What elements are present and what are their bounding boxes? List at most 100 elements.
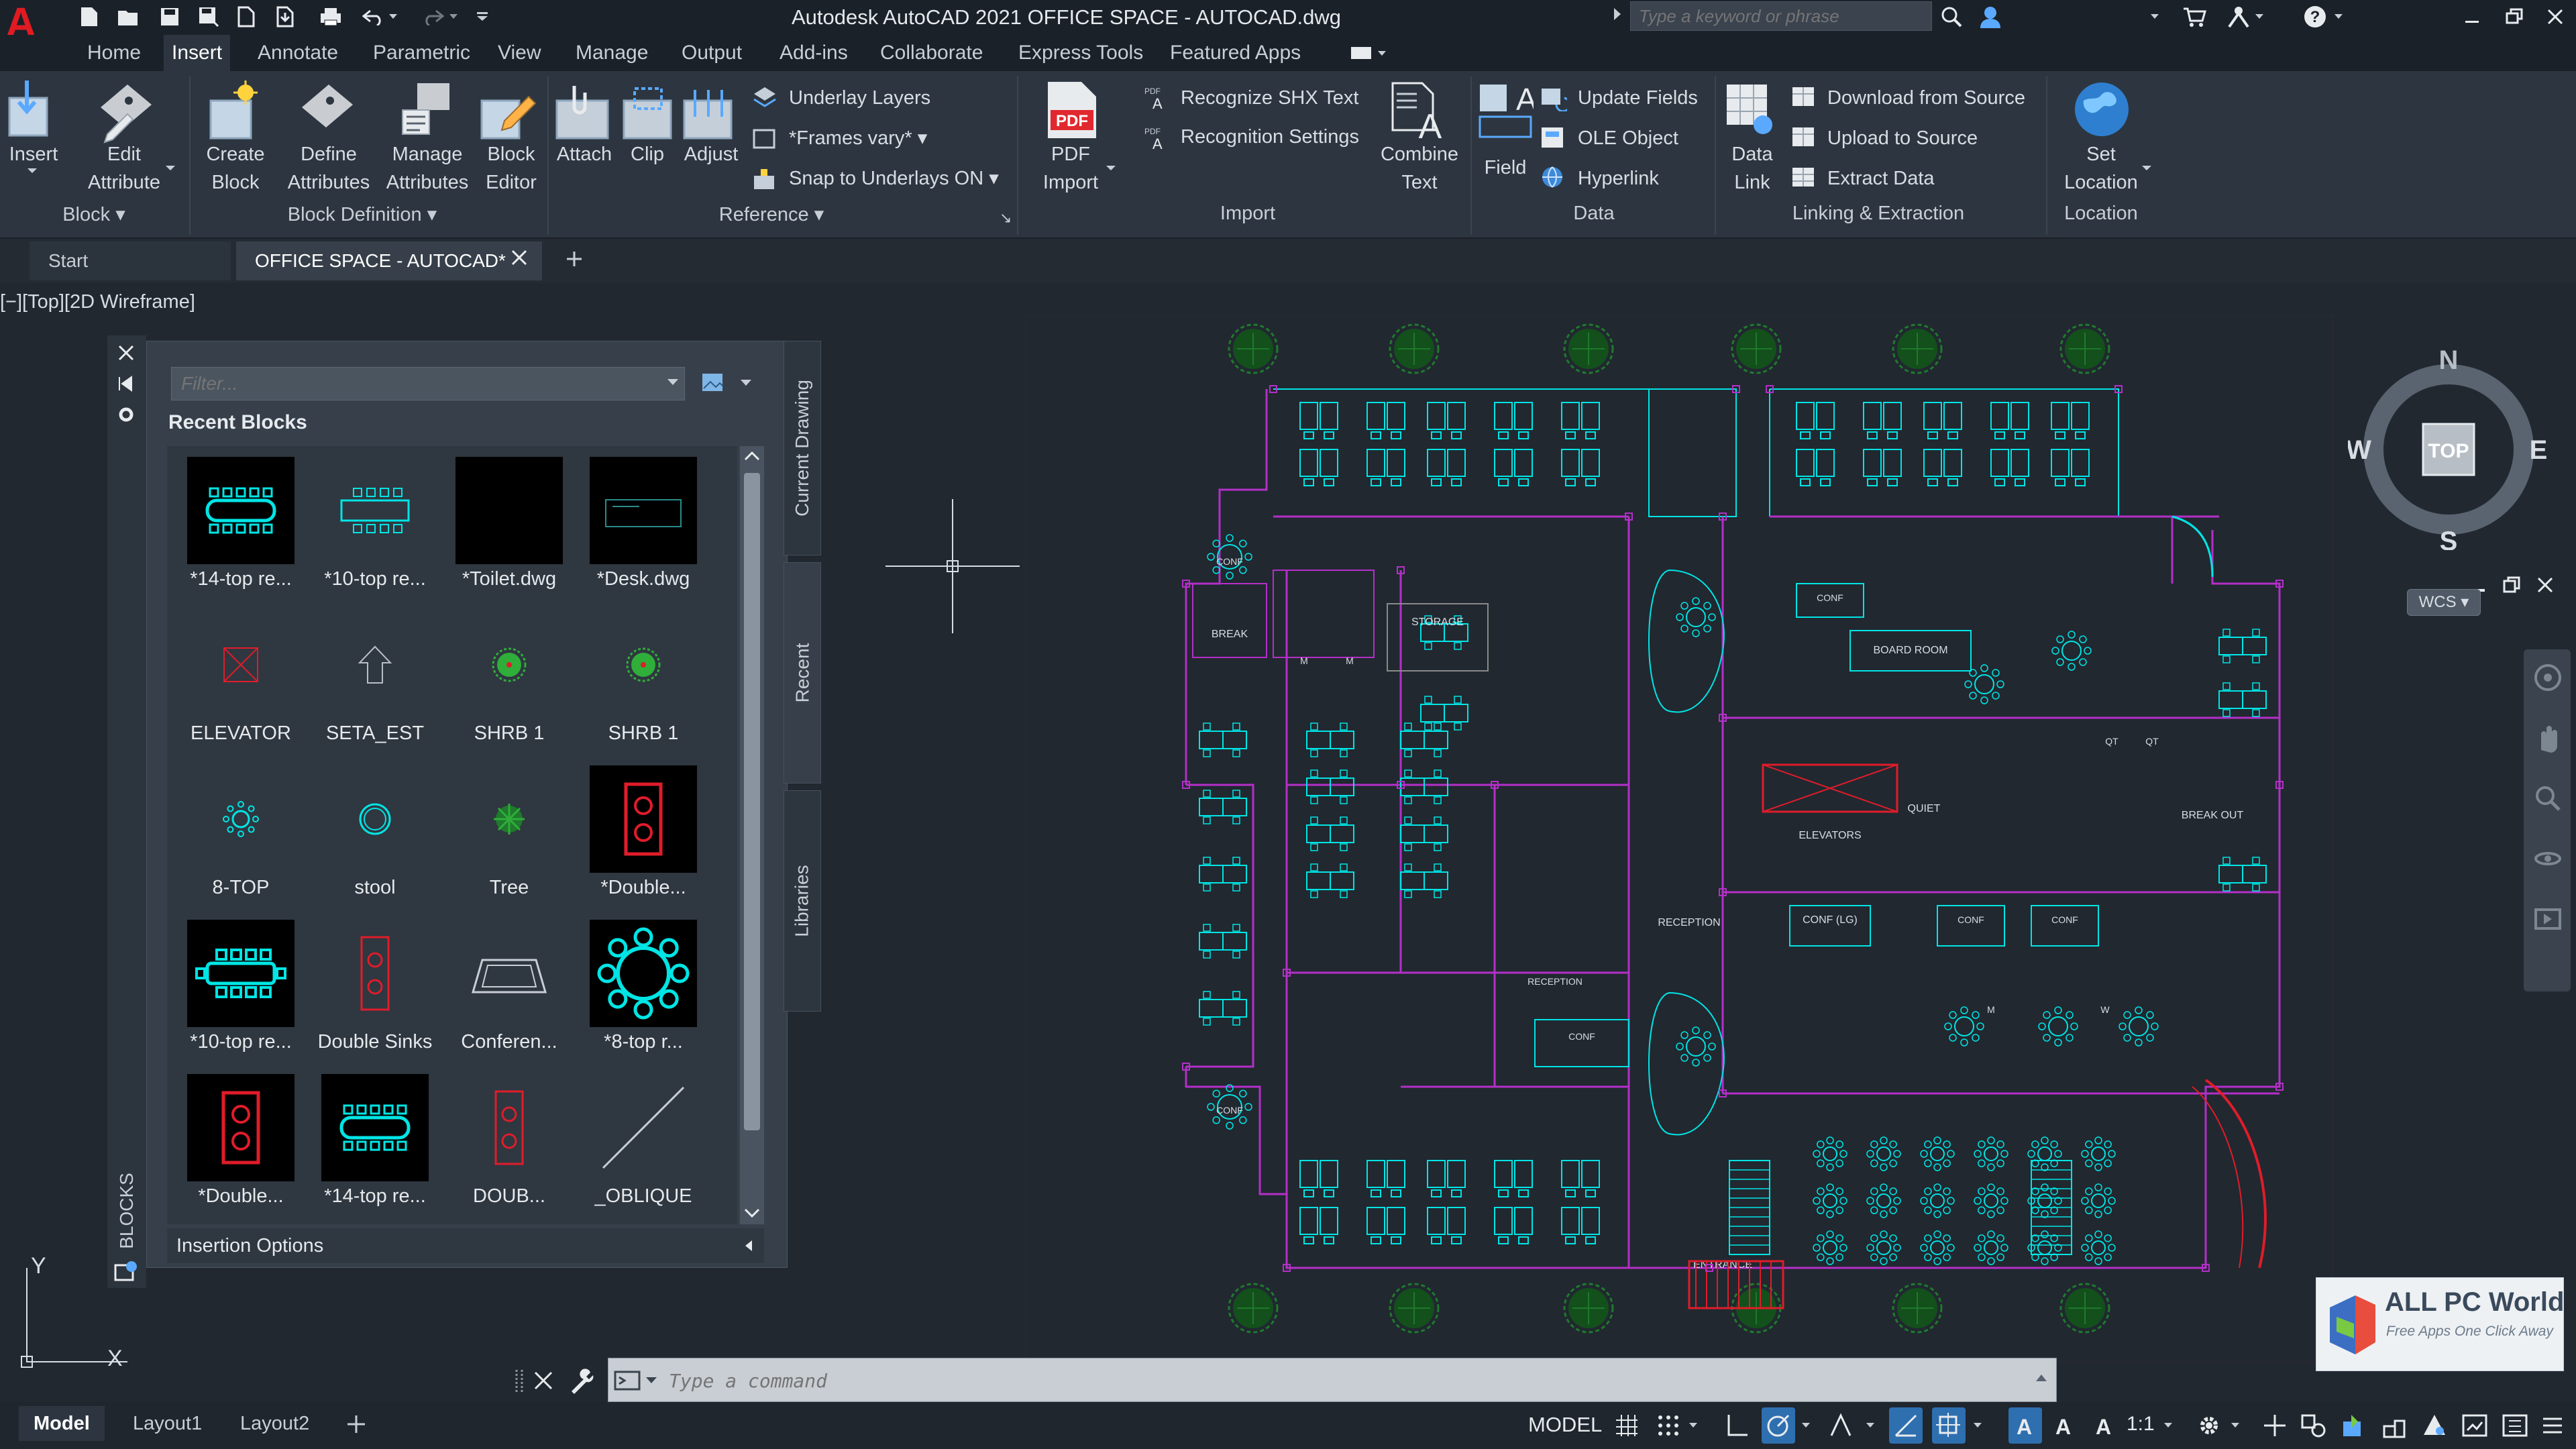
- command-history-icon[interactable]: [2035, 1373, 2048, 1383]
- pdf-import-dropdown-icon[interactable]: [1106, 165, 1116, 172]
- object-snap-dropdown-icon[interactable]: [1968, 1407, 1987, 1444]
- block-item[interactable]: *8-top r...: [576, 913, 710, 1067]
- set-location-label-1[interactable]: Set: [2068, 141, 2135, 168]
- clip-icon[interactable]: [621, 83, 675, 144]
- compass-west[interactable]: W: [2348, 435, 2371, 465]
- palette-settings-icon[interactable]: [117, 405, 136, 424]
- tab-express-tools[interactable]: Express Tools: [1010, 35, 1151, 71]
- tab-view[interactable]: View: [490, 35, 549, 71]
- block-item[interactable]: *10-top re...: [308, 450, 442, 604]
- insert-block-icon[interactable]: [7, 78, 67, 142]
- object-snap-tracking-icon[interactable]: [1889, 1407, 1923, 1444]
- insert-dropdown-icon[interactable]: [27, 168, 38, 174]
- tab-layout2[interactable]: Layout2: [225, 1406, 324, 1441]
- palette-close-icon[interactable]: [117, 343, 136, 362]
- tab-featured-apps[interactable]: Featured Apps: [1162, 35, 1309, 71]
- tab-add-ins[interactable]: Add-ins: [771, 35, 856, 71]
- block-thumbnail[interactable]: [590, 611, 697, 718]
- account-dropdown-icon[interactable]: [2147, 3, 2163, 31]
- tab-current-drawing[interactable]: Current Drawing: [784, 341, 821, 555]
- palette-autohide-icon[interactable]: [117, 374, 136, 393]
- extract-data-button[interactable]: Extract Data: [1827, 165, 1935, 192]
- customization-menu-icon[interactable]: [2536, 1407, 2569, 1444]
- clip-button[interactable]: Clip: [617, 141, 678, 168]
- block-item[interactable]: stool: [308, 759, 442, 913]
- update-fields-button[interactable]: Update Fields: [1578, 85, 1698, 111]
- annotation-visibility-icon[interactable]: A: [2008, 1407, 2042, 1444]
- tab-collaborate[interactable]: Collaborate: [872, 35, 991, 71]
- viewport-close-icon[interactable]: [2536, 576, 2555, 594]
- block-thumbnail[interactable]: [590, 1074, 697, 1181]
- save-web-icon[interactable]: [271, 3, 299, 31]
- tab-insert[interactable]: Insert: [164, 35, 231, 71]
- stay-connected-icon[interactable]: [2224, 3, 2253, 31]
- thumbnail-view-icon[interactable]: [701, 371, 725, 395]
- block-thumbnail[interactable]: [187, 611, 294, 718]
- units-icon[interactable]: [2297, 1407, 2330, 1444]
- new-layout-icon[interactable]: [346, 1414, 366, 1434]
- define-attributes-icon[interactable]: [295, 80, 360, 145]
- viewport-controls-label[interactable]: [−][Top][2D Wireframe]: [0, 291, 195, 313]
- adjust-button[interactable]: Adjust: [678, 141, 745, 168]
- block-thumbnail[interactable]: [321, 457, 429, 564]
- tab-libraries[interactable]: Libraries: [784, 790, 821, 1012]
- block-thumbnail[interactable]: [187, 457, 294, 564]
- block-item[interactable]: Conferen...: [442, 913, 576, 1067]
- blocks-scrollbar[interactable]: [740, 446, 764, 1224]
- snap-mode-icon[interactable]: [1652, 1407, 1685, 1444]
- annotation-scale-value[interactable]: 1:1: [2127, 1413, 2155, 1436]
- save-as-icon[interactable]: [195, 3, 223, 31]
- object-snap-icon[interactable]: [1932, 1407, 1966, 1444]
- lock-ui-icon[interactable]: [2377, 1407, 2411, 1444]
- scrollbar-thumb[interactable]: [744, 473, 760, 1130]
- help-icon[interactable]: ?: [2301, 3, 2329, 31]
- ribbon-minimize-toggle[interactable]: [1350, 46, 1387, 62]
- snap-dropdown-icon[interactable]: [1684, 1407, 1703, 1444]
- tab-layout1[interactable]: Layout1: [118, 1406, 217, 1441]
- compass-east[interactable]: E: [2530, 435, 2548, 465]
- block-item[interactable]: SETA_EST: [308, 604, 442, 759]
- palette-title-strip[interactable]: BLOCKS: [107, 335, 146, 1288]
- showmotion-icon[interactable]: [2533, 904, 2563, 934]
- viewcube[interactable]: TOP N S E W: [2348, 349, 2549, 550]
- search-expand-icon[interactable]: [1613, 7, 1626, 27]
- save-icon[interactable]: [156, 3, 184, 31]
- help-search-box[interactable]: [1630, 1, 1932, 31]
- recognize-shx-icon[interactable]: PDF A: [1144, 85, 1171, 111]
- data-link-icon[interactable]: [1724, 82, 1778, 140]
- command-line-grip-icon[interactable]: [514, 1367, 525, 1397]
- recognition-settings-icon[interactable]: PDF A: [1144, 125, 1171, 152]
- command-input[interactable]: [669, 1362, 1984, 1399]
- block-item[interactable]: SHRB 1: [442, 604, 576, 759]
- isodraft-dropdown-icon[interactable]: [1861, 1407, 1880, 1444]
- workspace-gear-icon[interactable]: [2192, 1407, 2226, 1444]
- reference-dialog-launcher-icon[interactable]: ↘: [1000, 209, 1012, 227]
- filter-box[interactable]: [171, 367, 685, 400]
- recognition-settings-button[interactable]: Recognition Settings: [1181, 123, 1359, 150]
- import-panel-title[interactable]: Import: [1181, 203, 1315, 225]
- tab-office-space-file[interactable]: OFFICE SPACE - AUTOCAD*: [236, 241, 542, 280]
- edit-attribute-label-2[interactable]: Attribute: [80, 169, 168, 196]
- block-item[interactable]: _OBLIQUE: [576, 1067, 710, 1222]
- insertion-options-bar[interactable]: Insertion Options: [167, 1228, 764, 1263]
- block-item[interactable]: *14-top re...: [174, 450, 308, 604]
- ole-object-icon[interactable]: [1540, 125, 1567, 152]
- palette-properties-icon[interactable]: [114, 1260, 138, 1284]
- define-attributes-label-1[interactable]: Define: [288, 141, 369, 168]
- connect-dropdown-icon[interactable]: [2251, 3, 2267, 31]
- open-web-icon[interactable]: [232, 3, 260, 31]
- block-thumbnail[interactable]: [455, 1074, 563, 1181]
- underlay-layers-icon[interactable]: [751, 85, 778, 111]
- plot-icon[interactable]: [317, 3, 345, 31]
- zoom-extents-icon[interactable]: [2533, 784, 2563, 813]
- block-item[interactable]: *14-top re...: [308, 1067, 442, 1222]
- tab-output[interactable]: Output: [674, 35, 750, 71]
- create-block-label-2[interactable]: Block: [199, 169, 272, 196]
- recent-commands-icon[interactable]: [614, 1369, 661, 1392]
- tab-manage[interactable]: Manage: [568, 35, 656, 71]
- block-editor-icon[interactable]: [478, 80, 542, 145]
- view-options-dropdown-icon[interactable]: [740, 379, 752, 387]
- steering-wheel-icon[interactable]: [2533, 663, 2563, 692]
- viewport-restore-icon[interactable]: [2502, 576, 2521, 594]
- set-location-dropdown-icon[interactable]: [2141, 165, 2152, 172]
